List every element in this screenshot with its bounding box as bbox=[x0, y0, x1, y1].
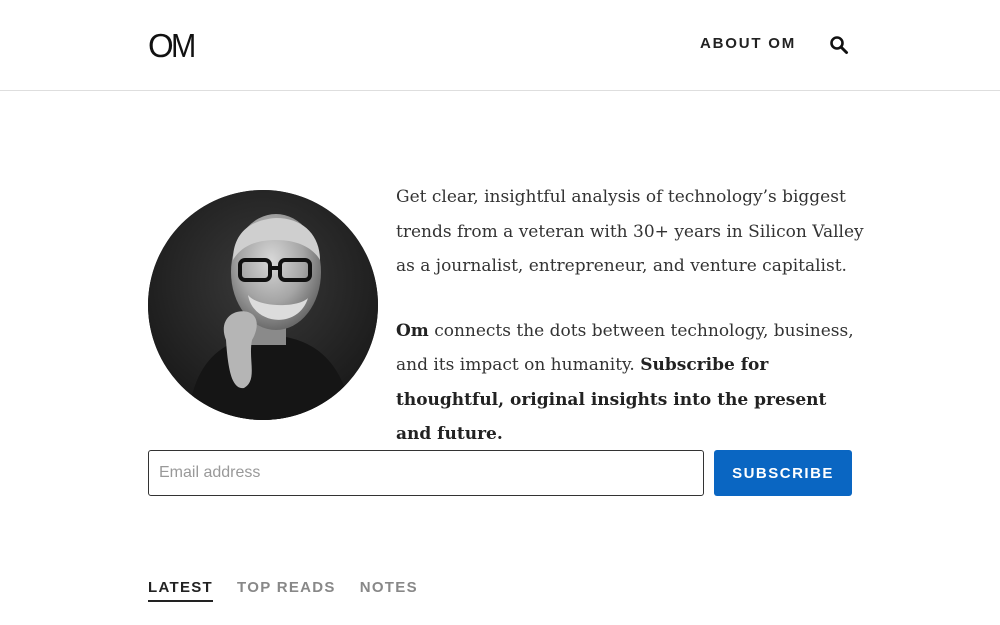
intro-text: Get clear, insightful analysis of techno… bbox=[396, 180, 866, 452]
author-portrait bbox=[148, 190, 378, 420]
logo-letter-m: M bbox=[170, 27, 196, 64]
intro-paragraph-1: Get clear, insightful analysis of techno… bbox=[396, 187, 864, 276]
post-tabs: LATEST TOP READS NOTES bbox=[148, 578, 418, 602]
intro-paragraph-2: Om connects the dots between technology,… bbox=[396, 314, 866, 452]
nav-about-link[interactable]: ABOUT OM bbox=[700, 35, 796, 53]
subscribe-button[interactable]: SUBSCRIBE bbox=[714, 450, 852, 496]
portrait-image bbox=[148, 190, 378, 420]
search-icon bbox=[830, 36, 848, 54]
site-logo[interactable]: OM bbox=[148, 27, 214, 64]
intro-name: Om bbox=[396, 320, 429, 341]
email-input[interactable] bbox=[148, 450, 704, 496]
tab-top-reads[interactable]: TOP READS bbox=[237, 578, 336, 602]
search-button[interactable] bbox=[828, 35, 850, 55]
site-header: OM ABOUT OM bbox=[0, 0, 1000, 91]
tab-notes[interactable]: NOTES bbox=[360, 578, 418, 602]
intro-body: connects the dots between technology, bu… bbox=[396, 320, 854, 376]
logo-letter-o: O bbox=[148, 27, 174, 64]
tab-latest[interactable]: LATEST bbox=[148, 578, 214, 602]
